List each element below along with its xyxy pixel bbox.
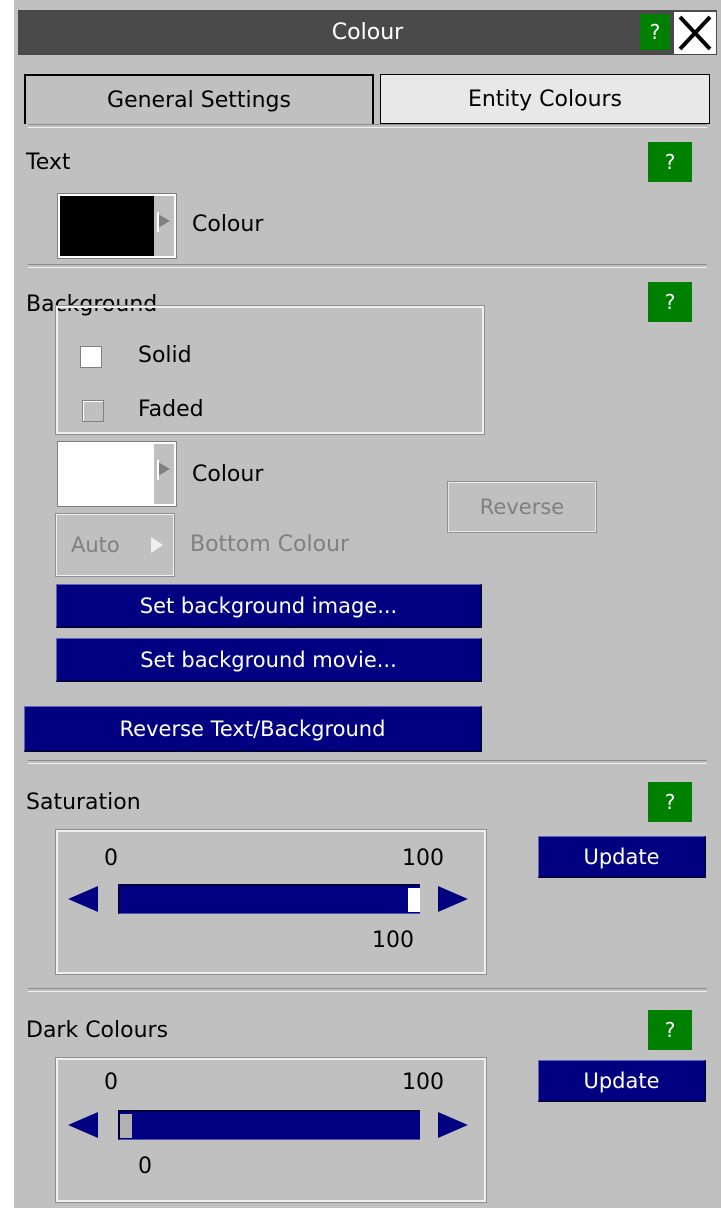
reverse-button[interactable]: Reverse <box>447 481 597 533</box>
faded-label: Faded <box>138 397 204 422</box>
saturation-update-button[interactable]: Update <box>538 836 706 878</box>
background-help-button[interactable]: ? <box>648 282 692 322</box>
set-background-movie-button[interactable]: Set background movie... <box>56 638 482 682</box>
swatch-dropdown[interactable] <box>154 444 174 504</box>
text-colour-label: Colour <box>192 212 264 237</box>
dark-colours-max-label: 100 <box>402 1070 444 1095</box>
dark-colours-min-label: 0 <box>104 1070 118 1095</box>
dark-colours-decrease-arrow-icon[interactable] <box>66 1110 100 1140</box>
right-arrow-icon <box>151 537 163 553</box>
saturation-heading: Saturation <box>26 790 141 815</box>
dark-colours-increase-arrow-icon[interactable] <box>436 1110 470 1140</box>
faded-checkbox[interactable] <box>82 400 104 422</box>
window-title: Colour <box>331 20 404 45</box>
bottom-colour-label: Bottom Colour <box>190 532 350 557</box>
close-icon <box>678 15 712 51</box>
saturation-min-label: 0 <box>104 846 118 871</box>
tab-divider <box>28 124 707 128</box>
dark-colours-help-button[interactable]: ? <box>648 1010 692 1050</box>
text-help-button[interactable]: ? <box>648 142 692 182</box>
dark-colours-update-button[interactable]: Update <box>538 1060 706 1102</box>
tab-general-settings[interactable]: General Settings <box>24 74 374 124</box>
title-bar: Colour ? <box>18 10 717 55</box>
background-mode-group <box>55 305 485 435</box>
solid-checkbox[interactable] <box>80 346 102 368</box>
set-background-image-button[interactable]: Set background image... <box>56 584 482 628</box>
close-button[interactable] <box>674 12 716 54</box>
solid-label: Solid <box>138 343 192 368</box>
swatch-dropdown[interactable] <box>154 196 174 256</box>
saturation-slider-thumb[interactable] <box>408 888 420 912</box>
background-colour-label: Colour <box>192 462 264 487</box>
flag-arrow-icon <box>157 460 170 480</box>
title-help-button[interactable]: ? <box>640 14 670 50</box>
saturation-decrease-arrow-icon[interactable] <box>66 884 100 914</box>
colour-panel: Colour ? General Settings Entity Colours… <box>14 0 721 1208</box>
saturation-increase-arrow-icon[interactable] <box>436 884 470 914</box>
dark-colours-slider-track[interactable] <box>118 1110 420 1140</box>
dark-colours-value-label: 0 <box>138 1154 152 1179</box>
section-divider <box>28 264 707 268</box>
saturation-help-button[interactable]: ? <box>648 782 692 822</box>
dark-colours-slider-thumb[interactable] <box>120 1114 132 1138</box>
section-divider <box>28 760 707 764</box>
text-heading: Text <box>26 150 71 175</box>
auto-bottom-colour-selector[interactable]: Auto <box>55 513 175 577</box>
flag-arrow-icon <box>157 212 170 232</box>
saturation-slider-track[interactable] <box>118 884 420 914</box>
background-colour-swatch[interactable] <box>57 441 177 507</box>
tab-entity-colours[interactable]: Entity Colours <box>380 74 710 124</box>
saturation-value-label: 100 <box>372 928 414 953</box>
dark-colours-heading: Dark Colours <box>26 1018 169 1043</box>
auto-label: Auto <box>71 533 120 557</box>
reverse-text-background-button[interactable]: Reverse Text/Background <box>24 706 482 752</box>
saturation-max-label: 100 <box>402 846 444 871</box>
text-colour-swatch[interactable] <box>57 193 177 259</box>
section-divider <box>28 988 707 992</box>
